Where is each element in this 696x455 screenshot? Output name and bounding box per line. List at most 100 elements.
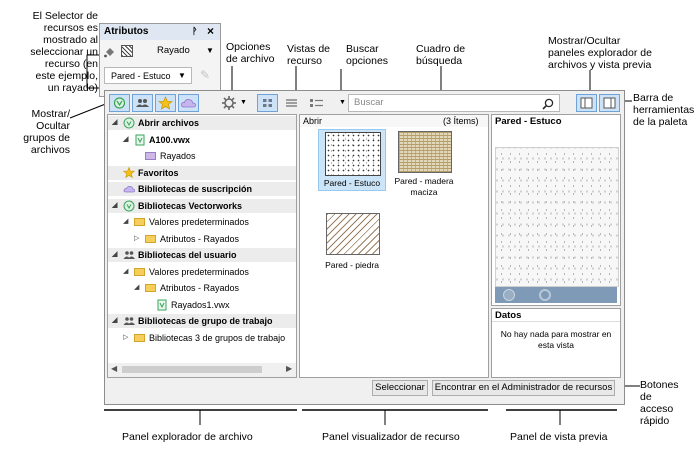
hatch-swatch-icon[interactable] (121, 45, 133, 57)
tree-item[interactable]: ◢ Bibliotecas de grupo de trabajo (108, 314, 296, 328)
scroll-right-icon[interactable]: ▶ (286, 364, 292, 373)
folder-icon (134, 218, 145, 226)
collapse-icon[interactable]: ◢ (112, 314, 117, 328)
rotate-view-icon[interactable] (539, 289, 551, 301)
list-view-button[interactable] (281, 94, 302, 112)
collapse-icon[interactable]: ◢ (112, 248, 117, 262)
tree-item[interactable]: ◢ Abrir archivos (108, 116, 296, 130)
collapse-icon[interactable]: ◢ (112, 116, 117, 130)
preview-image (495, 147, 619, 287)
tree-item[interactable]: Favoritos (108, 165, 296, 180)
attributes-title: Atributos (104, 26, 149, 37)
tree-item[interactable]: ◢ Valores predeterminados (108, 215, 296, 229)
tree-item[interactable]: ◢ A100.vwx (108, 133, 296, 147)
tree-item-label: Bibliotecas del usuario (138, 250, 237, 260)
tree-item-label: Bibliotecas 3 de grupos de trabajo (149, 332, 286, 343)
expand-icon[interactable]: ▷ (123, 331, 128, 345)
close-icon[interactable]: × (207, 24, 214, 38)
file-options-gear-icon[interactable] (221, 95, 237, 111)
data-panel-title: Datos (495, 310, 522, 321)
tree-item-label: Valores predeterminados (149, 217, 249, 227)
tree-item[interactable]: ◢ Valores predeterminados (108, 265, 296, 279)
tree-item[interactable]: ▷ Bibliotecas 3 de grupos de trabajo (108, 331, 296, 345)
toggle-explorer-panel-button[interactable] (576, 94, 597, 112)
tree-item-label: Favoritos (138, 167, 179, 178)
tree-item-label: Bibliotecas Vectorworks (138, 200, 243, 211)
scroll-left-icon[interactable]: ◀ (111, 364, 117, 373)
cloud-icon (123, 183, 135, 195)
tree-item[interactable]: ◢ Atributos - Rayados (108, 281, 296, 295)
hatch-pattern-swatch (326, 213, 380, 255)
collapse-icon[interactable]: ◢ (134, 281, 139, 295)
search-options-chevron-icon[interactable]: ▼ (339, 99, 346, 106)
tree-item[interactable]: Rayados (108, 149, 296, 163)
tree-item[interactable]: Rayados1.vwx (108, 298, 296, 312)
collapse-icon[interactable]: ◢ (123, 133, 128, 147)
pin-icon[interactable]: ᚹ (192, 26, 197, 36)
tree-item-label: Valores predeterminados (149, 266, 249, 277)
resource-thumbnail[interactable]: Pared - madera maciza (390, 129, 458, 197)
resource-viewer-panel: Abrir (3 Ítems) Pared - Estuco Pared - m… (299, 114, 489, 378)
horizontal-scrollbar[interactable]: ◀ ▶ (108, 363, 296, 377)
users-icon (123, 249, 135, 261)
resource-thumbnail[interactable]: Pared - piedra (318, 211, 386, 273)
viewer-header: Abrir (3 Ítems) (300, 115, 488, 127)
thumbnail-view-button[interactable] (257, 94, 278, 112)
select-button[interactable]: Seleccionar (372, 380, 428, 396)
paint-bucket-icon[interactable] (104, 45, 114, 58)
tree-item-label: Rayados1.vwx (171, 299, 230, 310)
vw-icon (123, 117, 135, 129)
tree-item-label: Atributos - Rayados (160, 233, 240, 244)
resource-selector[interactable]: Pared - Estuco ▼ (104, 67, 192, 84)
folder-icon (134, 333, 145, 342)
toggle-subscription-button[interactable] (178, 94, 199, 112)
vw-file-icon (134, 134, 146, 146)
resource-manager-window: ▼ ▼ Buscar ◢ Abrir archivos ◢ A100.vwx Rayad… (104, 90, 625, 405)
scrollbar-thumb[interactable] (122, 366, 262, 373)
wood-pattern-swatch (398, 131, 452, 173)
search-icon[interactable] (542, 97, 554, 110)
collapse-icon[interactable]: ◢ (123, 265, 128, 279)
preview-panel: Pared - Estuco (491, 114, 621, 306)
detail-view-button[interactable] (306, 94, 327, 112)
expand-icon[interactable]: ▷ (134, 232, 139, 246)
tree-item-label: Bibliotecas de suscripción (138, 184, 253, 194)
toggle-favorites-button[interactable] (155, 94, 176, 112)
resource-name: Pared - Estuco (323, 178, 381, 188)
tree-item[interactable]: ◢ Bibliotecas Vectorworks (108, 198, 296, 213)
toggle-open-files-button[interactable] (109, 94, 130, 112)
fill-type-chevron-icon[interactable]: ▼ (206, 46, 214, 55)
resource-thumbnail[interactable]: Pared - Estuco (318, 129, 386, 191)
data-empty-message: No hay nada para mostrar en esta vista (500, 329, 612, 350)
tree-item[interactable]: Bibliotecas de suscripción (108, 182, 296, 196)
star-icon (122, 166, 136, 179)
tree-item[interactable]: ▷ Atributos - Rayados (108, 232, 296, 246)
collapse-icon[interactable]: ◢ (112, 199, 117, 213)
find-in-resource-manager-button[interactable]: Encontrar en el Administrador de recurso… (432, 380, 615, 396)
pipette-icon[interactable]: ✎ (200, 69, 212, 81)
preview-view-bar (495, 287, 617, 303)
fill-type-value[interactable]: Rayado (157, 45, 190, 56)
render-mode-icon[interactable] (503, 289, 515, 301)
toggle-user-libraries-button[interactable] (132, 94, 153, 112)
tree-item-label: A100.vwx (149, 134, 191, 145)
resource-name: Pared - piedra (325, 260, 379, 270)
toggle-preview-panel-button[interactable] (599, 94, 620, 112)
collapse-icon[interactable]: ◢ (123, 215, 128, 229)
search-input[interactable]: Buscar (348, 94, 560, 112)
file-options-chevron-icon[interactable]: ▼ (240, 99, 247, 106)
viewer-item-count: (3 Ítems) (443, 116, 479, 126)
tree-item[interactable]: ◢ Bibliotecas del usuario (108, 248, 296, 262)
tree-item-label: Bibliotecas de grupo de trabajo (138, 316, 273, 326)
resource-chevron-icon: ▼ (178, 71, 186, 80)
resource-selector-value: Pared - Estuco (111, 71, 171, 81)
stucco-pattern-swatch (325, 132, 381, 176)
attributes-titlebar: Atributos ᚹ × (100, 24, 220, 40)
folder-icon (145, 234, 156, 243)
vw-file-icon (156, 299, 168, 311)
resource-name: Pared - madera (394, 176, 454, 186)
resource-name-line2: maciza (410, 187, 438, 197)
folder-icon (134, 267, 145, 276)
folder-icon (145, 152, 156, 160)
users-icon (123, 315, 135, 327)
